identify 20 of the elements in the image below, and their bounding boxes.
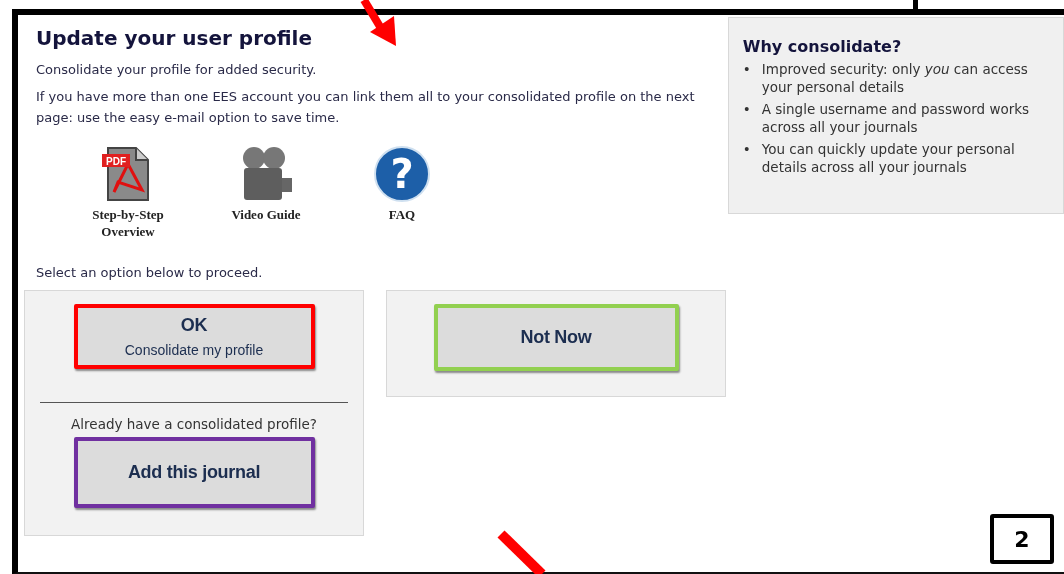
description-text: If you have more than one EES account you can link them all to your consolidated profile on the next page: use the easy e-mail option to save time. (36, 88, 696, 127)
benefit-item: You can quickly update your personal details across all your journals (761, 140, 1016, 176)
help-icon: ? (372, 144, 432, 204)
intro-text: Consolidate your profile for added security. (36, 61, 318, 79)
benefit-item: Improved security: only you can access your personal details (761, 60, 1029, 96)
bullet: • (742, 140, 752, 159)
step-badge: 2 (990, 514, 1054, 564)
panel-title: Why consolidate? (742, 37, 903, 56)
resource-link[interactable]: Video Guide (221, 206, 311, 223)
resource-link[interactable]: Step-by-Step Overview (83, 206, 173, 240)
page-title: Update your user profile (36, 26, 313, 50)
not-now-button[interactable]: Not Now (433, 304, 679, 371)
add-journal-button[interactable]: Add this journal (73, 437, 315, 508)
benefit-item: A single username and password works across all your journals (761, 100, 1031, 136)
bullet: • (742, 100, 752, 119)
resource-link[interactable]: FAQ (357, 206, 447, 223)
instruction-text: Select an option below to proceed. (36, 264, 264, 282)
consolidate-button[interactable]: OK Consolidate my profile (73, 304, 315, 369)
question-text: Already have a consolidated profile? (71, 416, 317, 432)
bullet: • (742, 60, 752, 79)
